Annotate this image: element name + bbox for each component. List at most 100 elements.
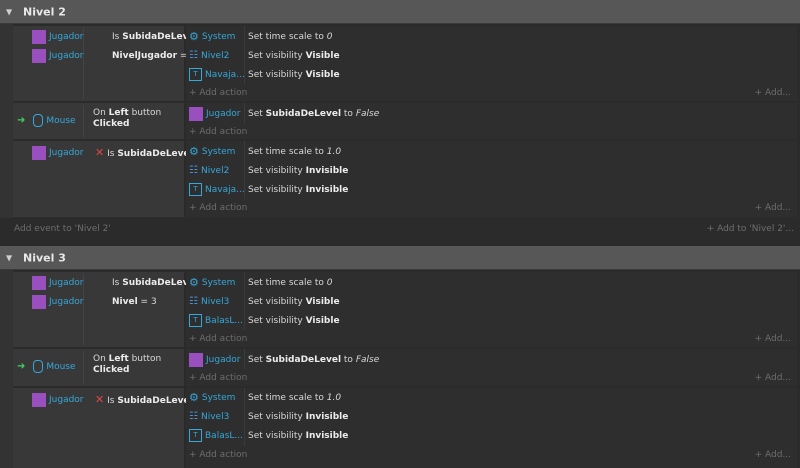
add-action-row: + Add action [186, 122, 797, 141]
action-object: System [201, 277, 236, 288]
condition-object: Jugador [49, 296, 84, 307]
condition-object: Jugador [49, 277, 84, 288]
event-block[interactable]: Jugador ✕ Is SubidaDeLevel ⚙ System Set t… [13, 388, 797, 468]
add-action-link[interactable]: + Add action [189, 88, 247, 98]
group-indent [0, 270, 13, 468]
trigger-arrow-icon: ➜ [17, 361, 26, 372]
actions-column: Jugador Set SubidaDeLevel to False + Add… [186, 103, 797, 139]
event-block[interactable]: ➜ Mouse On Left button Clicked Jugador S… [13, 349, 797, 386]
action-row[interactable]: ⚙ System Set time scale to 0 [186, 273, 797, 292]
event-block[interactable]: Jugador ✕ Is SubidaDeLevel ⚙ System Set t… [13, 141, 797, 217]
event-block[interactable]: Jugador Is SubidaDeLevel Jugador Nivel =… [13, 272, 797, 347]
tilemap-icon: ☷ [189, 50, 198, 61]
gear-icon: ⚙ [189, 30, 199, 43]
action-row[interactable]: ⚙ System Set time scale to 0 [186, 27, 797, 46]
condition-row[interactable]: Jugador Is SubidaDeLevel [32, 273, 198, 292]
add-action-row: + Add action + Add... [186, 329, 797, 348]
condition-text: Nivel = 3 [112, 296, 157, 307]
condition-object: Jugador [49, 50, 84, 61]
action-row[interactable]: ⚙ System Set time scale to 1.0 [186, 388, 797, 407]
action-row[interactable]: T Navaja... Set visibility Invisible [186, 180, 797, 199]
sprite-object-icon [32, 29, 46, 44]
condition-row[interactable]: Jugador NivelJugador = 2 [32, 46, 196, 65]
event-block[interactable]: ➜ Mouse On Left button Clicked Jugador S… [13, 103, 797, 139]
mouse-icon [33, 114, 44, 127]
add-event-row: Add event to 'Nivel 2' + Add to 'Nivel 2… [0, 220, 800, 239]
sprite-object-icon [189, 106, 203, 121]
actions-column: ⚙ System Set time scale to 1.0 ☷ Nivel2 Se… [186, 141, 797, 217]
action-row[interactable]: Jugador Set SubidaDeLevel to False [186, 350, 797, 369]
action-text: Set time scale to 1.0 [248, 392, 342, 403]
condition-text: Is SubidaDeLevel [112, 277, 198, 288]
add-action-row: + Add action + Add... [186, 198, 797, 217]
tilemap-icon: ☷ [189, 296, 198, 307]
add-more-link[interactable]: + Add... [755, 450, 791, 460]
text-object-icon: T [189, 68, 202, 81]
trigger-object: Mouse [46, 115, 76, 126]
add-action-link[interactable]: + Add action [189, 373, 247, 383]
action-row[interactable]: Jugador Set SubidaDeLevel to False [186, 104, 797, 123]
trigger-text: On Left button Clicked [93, 108, 162, 129]
action-row[interactable]: ☷ Nivel2 Set visibility Invisible [186, 161, 797, 180]
tilemap-icon: ☷ [189, 165, 198, 176]
conditions-column: Jugador ✕ Is SubidaDeLevel [13, 388, 193, 468]
action-object: Navaja... [205, 184, 245, 195]
invert-x-icon: ✕ [95, 393, 105, 406]
action-row[interactable]: T BalasL... Set visibility Invisible [186, 426, 797, 445]
add-event-link[interactable]: Add event to 'Nivel 2' [14, 224, 111, 234]
sprite-object-icon [32, 392, 46, 407]
group-header-nivel-3[interactable]: ▼ Nivel 3 [0, 246, 800, 270]
action-row[interactable]: ⚙ System Set time scale to 1.0 [186, 142, 797, 161]
condition-text: ✕ Is SubidaDeLevel [95, 393, 193, 406]
collapse-caret-icon[interactable]: ▼ [6, 7, 12, 16]
sprite-object-icon [32, 275, 46, 290]
action-row[interactable]: ☷ Nivel3 Set visibility Invisible [186, 407, 797, 426]
add-action-link[interactable]: + Add action [189, 334, 247, 344]
condition-object: Jugador [49, 394, 84, 405]
condition-row[interactable]: Jugador ✕ Is SubidaDeLevel [32, 143, 193, 162]
condition-row[interactable]: Jugador Is SubidaDeLevel [32, 27, 198, 46]
action-object: System [201, 392, 236, 403]
add-action-link[interactable]: + Add action [189, 203, 247, 213]
add-more-link[interactable]: + Add... [755, 203, 791, 213]
add-more-link[interactable]: + Add... [755, 334, 791, 344]
action-object: Navaja... [205, 69, 245, 80]
add-action-row: + Add action + Add... [186, 83, 797, 102]
add-more-link[interactable]: + Add... [755, 88, 791, 98]
collapse-caret-icon[interactable]: ▼ [6, 253, 12, 262]
actions-column: ⚙ System Set time scale to 1.0 ☷ Nivel3 Se… [186, 388, 797, 468]
gear-icon: ⚙ [189, 276, 199, 289]
add-action-row: + Add action + Add... [186, 368, 797, 387]
event-block[interactable]: Jugador Is SubidaDeLevel Jugador NivelJu… [13, 26, 797, 101]
group-indent [0, 24, 13, 218]
action-text: Set SubidaDeLevel to False [248, 354, 380, 365]
actions-column: ⚙ System Set time scale to 0 ☷ Nivel3 Set … [186, 272, 797, 347]
action-object: BalasL... [205, 430, 243, 441]
add-action-link[interactable]: + Add action [189, 127, 247, 137]
action-text: Set time scale to 0 [248, 31, 333, 42]
text-object-icon: T [189, 183, 202, 196]
action-object: Jugador [206, 354, 241, 365]
action-object: System [201, 146, 236, 157]
add-more-link[interactable]: + Add... [755, 373, 791, 383]
action-text: Set visibility Invisible [248, 165, 349, 176]
tilemap-icon: ☷ [189, 411, 198, 422]
action-text: Set visibility Invisible [248, 430, 349, 441]
action-row[interactable]: ☷ Nivel3 Set visibility Visible [186, 292, 797, 311]
action-text: Set visibility Visible [248, 69, 340, 80]
group-header-nivel-2[interactable]: ▼ Nivel 2 [0, 0, 800, 24]
action-text: Set visibility Visible [248, 315, 340, 326]
sprite-object-icon [189, 352, 203, 367]
condition-text: ✕ Is SubidaDeLevel [95, 146, 193, 159]
action-text: Set time scale to 1.0 [248, 146, 342, 157]
condition-row[interactable]: Jugador ✕ Is SubidaDeLevel [32, 390, 193, 409]
mouse-icon [33, 360, 44, 373]
action-row[interactable]: T Navaja... Set visibility Visible [186, 65, 797, 84]
add-action-link[interactable]: + Add action [189, 450, 247, 460]
condition-row[interactable]: Jugador Nivel = 3 [32, 292, 184, 311]
invert-x-icon: ✕ [95, 146, 105, 159]
sprite-object-icon [32, 48, 46, 63]
add-to-group-link[interactable]: + Add to 'Nivel 2'... [707, 224, 794, 234]
action-row[interactable]: T BalasL... Set visibility Visible [186, 311, 797, 330]
action-row[interactable]: ☷ Nivel2 Set visibility Visible [186, 46, 797, 65]
